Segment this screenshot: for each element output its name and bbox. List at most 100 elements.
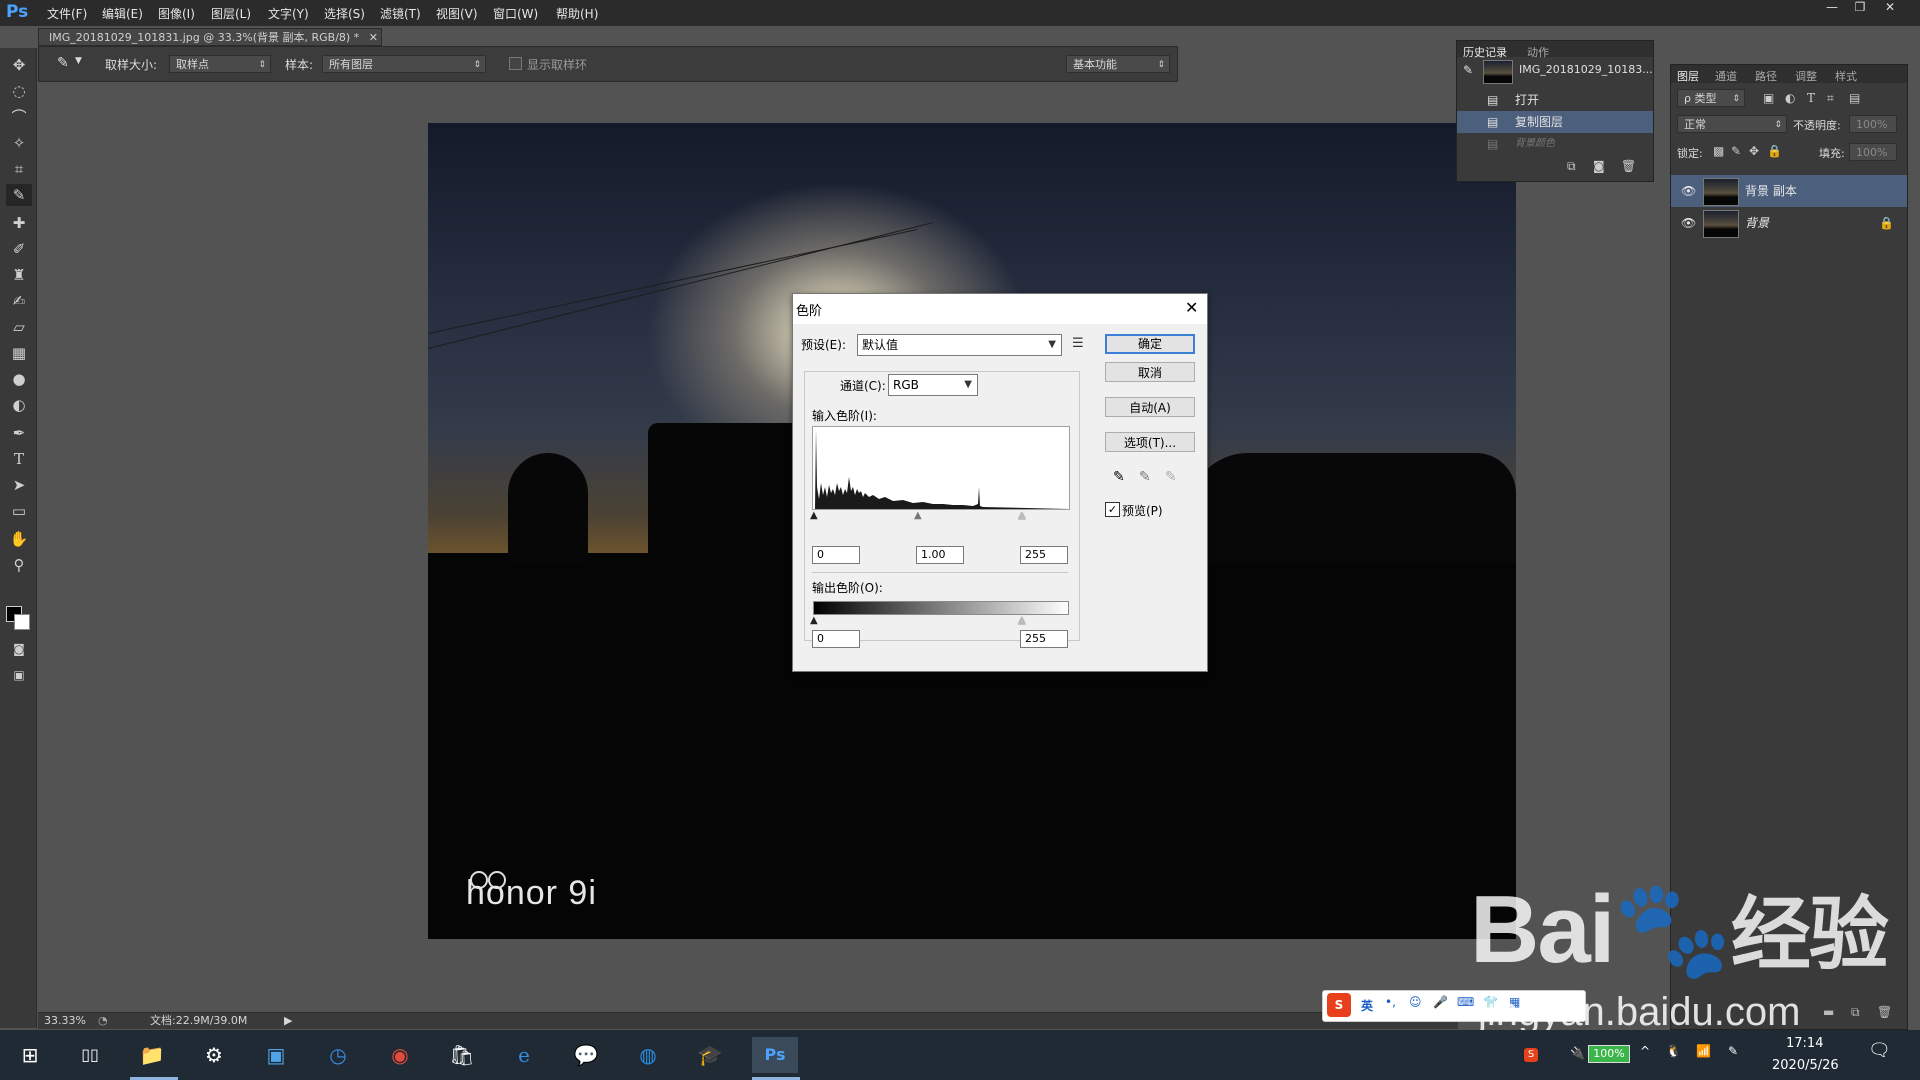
lasso-tool-icon[interactable]: ⌒ (6, 106, 32, 128)
internet-explorer-icon[interactable]: e (506, 1037, 542, 1073)
wechat-icon[interactable]: 💬 (568, 1037, 604, 1073)
dodge-tool-icon[interactable]: ◐ (6, 394, 32, 416)
punctuation-icon[interactable]: •, (1385, 995, 1396, 1009)
brush-tool-icon[interactable]: ✐ (6, 238, 32, 260)
browser-icon[interactable]: ◍ (630, 1037, 666, 1073)
cancel-button[interactable]: 取消 (1105, 362, 1195, 382)
history-item[interactable]: ▤ 打开 (1457, 89, 1653, 111)
camera-icon[interactable]: ◙ (1593, 159, 1605, 173)
chrome-icon[interactable]: ◉ (382, 1037, 418, 1073)
clock-app-icon[interactable]: ◷ (320, 1037, 356, 1073)
tab-channels[interactable]: 通道 (1715, 68, 1737, 84)
menu-view[interactable]: 视图(V) (436, 5, 478, 22)
sample-size-select[interactable]: 取样点 ⇕ (169, 55, 271, 73)
clock-date[interactable]: 2020/5/26 (1772, 1058, 1839, 1073)
menu-edit[interactable]: 编辑(E) (102, 5, 143, 22)
lock-brush-icon[interactable]: ✎ (1731, 144, 1741, 158)
menu-layer[interactable]: 图层(L) (211, 5, 251, 22)
pen-icon[interactable]: ✎ (1728, 1044, 1738, 1058)
input-gamma-field[interactable]: 1.00 (916, 546, 964, 564)
filter-pixel-icon[interactable]: ▣ (1763, 91, 1774, 105)
opacity-input[interactable]: 100% (1849, 115, 1897, 133)
hand-tool-icon[interactable]: ✋ (6, 528, 32, 550)
layer-row-selected[interactable]: 👁 背景 副本 (1671, 175, 1907, 207)
photoshop-taskbar-icon[interactable]: Ps (752, 1037, 798, 1073)
document-tab[interactable]: IMG_20181029_101831.jpg @ 33.3%(背景 副本, R… (38, 28, 382, 46)
blend-mode-select[interactable]: 正常 ⇕ (1677, 115, 1787, 133)
layer-filter-select[interactable]: ρ 类型 ⇕ (1677, 89, 1745, 107)
black-point-eyedropper-icon[interactable]: ✎ (1113, 469, 1125, 485)
eye-icon[interactable]: 👁 (1681, 175, 1696, 207)
power-plug-icon[interactable]: 🔌 (1570, 1046, 1585, 1060)
black-input-slider[interactable]: ▲ (810, 510, 818, 521)
minimize-icon[interactable]: — (1818, 0, 1846, 18)
clone-stamp-tool-icon[interactable]: ♜ (6, 264, 32, 286)
white-point-eyedropper-icon[interactable]: ✎ (1165, 469, 1177, 485)
chevron-down-icon[interactable]: ▼ (75, 56, 82, 66)
trash-icon[interactable]: 🗑 (1621, 159, 1636, 173)
sogou-tray-icon[interactable]: S (1524, 1048, 1538, 1062)
workspace-select[interactable]: 基本功能 ⇕ (1066, 55, 1170, 73)
lock-transparent-icon[interactable]: ▩ (1713, 144, 1724, 158)
filter-adjustment-icon[interactable]: ◐ (1785, 91, 1795, 105)
tab-history[interactable]: 历史记录 (1463, 44, 1507, 60)
eyedropper-icon[interactable]: ✎ (57, 55, 69, 71)
pen-tool-icon[interactable]: ✒ (6, 422, 32, 444)
zoom-tool-icon[interactable]: ⚲ (6, 554, 32, 576)
eye-icon[interactable]: 👁 (1681, 207, 1696, 239)
close-icon[interactable]: ✕ (1876, 0, 1904, 18)
show-ring-checkbox[interactable] (509, 57, 522, 70)
history-item-future[interactable]: ▤ 背景颜色 (1457, 133, 1653, 155)
quick-select-tool-icon[interactable]: ✧ (6, 132, 32, 154)
crop-tool-icon[interactable]: ⌗ (6, 158, 32, 180)
menu-file[interactable]: 文件(F) (47, 5, 87, 22)
white-output-slider[interactable]: ▲ (1018, 615, 1026, 626)
store-icon[interactable]: 🛍 (444, 1037, 480, 1073)
layer-row[interactable]: 👁 背景 🔒 (1671, 207, 1907, 239)
delete-layer-icon[interactable]: 🗑 (1877, 1005, 1892, 1019)
blur-tool-icon[interactable]: ● (6, 368, 32, 390)
microphone-icon[interactable]: 🎤 (1433, 995, 1448, 1009)
tab-actions[interactable]: 动作 (1527, 44, 1549, 60)
output-white-field[interactable]: 255 (1020, 630, 1068, 648)
menu-select[interactable]: 选择(S) (324, 5, 365, 22)
settings-icon[interactable]: ⚙ (196, 1037, 232, 1073)
menu-filter[interactable]: 滤镜(T) (380, 5, 421, 22)
gray-point-eyedropper-icon[interactable]: ✎ (1139, 469, 1151, 485)
clock-time[interactable]: 17:14 (1786, 1036, 1823, 1051)
healing-brush-tool-icon[interactable]: ✚ (6, 212, 32, 234)
notification-icon[interactable]: 🗨 (1868, 1040, 1891, 1061)
history-brush-tool-icon[interactable]: ✍ (6, 290, 32, 312)
sample-select[interactable]: 所有图层 ⇕ (322, 55, 486, 73)
task-view-icon[interactable]: ▯▯ (72, 1037, 108, 1073)
zoom-level[interactable]: 33.33% (44, 1013, 86, 1029)
input-white-field[interactable]: 255 (1020, 546, 1068, 564)
menu-image[interactable]: 图像(I) (158, 5, 195, 22)
eyedropper-tool-icon[interactable]: ✎ (6, 184, 32, 206)
gradient-tool-icon[interactable]: ▦ (6, 342, 32, 364)
tab-layers[interactable]: 图层 (1677, 68, 1699, 84)
close-tab-icon[interactable]: ✕ (369, 31, 378, 44)
preview-checkbox[interactable]: ✓ (1105, 502, 1120, 517)
status-menu-arrow-icon[interactable]: ▶ (284, 1013, 292, 1029)
quick-mask-icon[interactable]: ◙ (6, 638, 32, 660)
screen-mode-icon[interactable]: ▣ (6, 664, 32, 686)
battery-indicator[interactable]: 100% (1588, 1045, 1630, 1063)
history-item-selected[interactable]: ▤ 复制图层 (1457, 111, 1653, 133)
filter-shape-icon[interactable]: ⌗ (1827, 91, 1834, 106)
emoji-icon[interactable]: ☺ (1409, 995, 1422, 1009)
tab-styles[interactable]: 样式 (1835, 68, 1857, 84)
ime-mode[interactable]: 英 (1361, 997, 1373, 1014)
path-select-tool-icon[interactable]: ➤ (6, 474, 32, 496)
options-button[interactable]: 选项(T)... (1105, 432, 1195, 452)
qq-icon[interactable]: 🐧 (1666, 1044, 1681, 1058)
input-black-field[interactable]: 0 (812, 546, 860, 564)
export-icon[interactable]: ◔ (98, 1013, 108, 1029)
move-tool-icon[interactable]: ✥ (6, 54, 32, 76)
menu-window[interactable]: 窗口(W) (493, 5, 538, 22)
white-input-slider[interactable]: ▲ (1018, 510, 1026, 521)
new-document-icon[interactable]: ⧉ (1567, 159, 1576, 174)
new-group-icon[interactable]: ▬ (1823, 1005, 1834, 1019)
fill-input[interactable]: 100% (1849, 143, 1897, 161)
rectangle-tool-icon[interactable]: ▭ (6, 500, 32, 522)
